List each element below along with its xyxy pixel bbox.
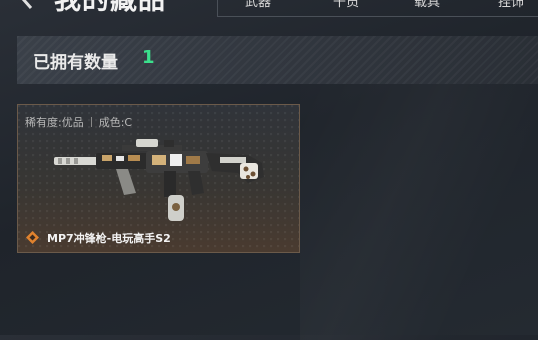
collection-item-card[interactable]: 稀有度:优品 成色:C MP7冲锋枪-电玩高手S2 bbox=[17, 104, 300, 253]
owned-label: 已拥有数量 bbox=[33, 53, 118, 73]
tab-charms[interactable]: 挂饰 bbox=[498, 0, 524, 10]
rarity-label: 稀有度:优品 bbox=[25, 116, 84, 129]
page-header: 我的藏品 武器 干员 载具 挂饰 bbox=[0, 0, 538, 18]
back-arrow-icon[interactable] bbox=[18, 0, 36, 12]
tab-weapons[interactable]: 武器 bbox=[245, 0, 271, 10]
item-meta: 稀有度:优品 成色:C bbox=[25, 114, 132, 130]
owned-count-bar: 已拥有数量 1 bbox=[17, 36, 538, 84]
tab-vehicles[interactable]: 载具 bbox=[414, 0, 440, 10]
item-name: MP7冲锋枪-电玩高手S2 bbox=[47, 232, 171, 245]
page-title: 我的藏品 bbox=[54, 0, 166, 16]
weapon-image bbox=[54, 139, 264, 221]
meta-divider bbox=[90, 117, 92, 127]
category-tabs: 武器 干员 载具 挂饰 bbox=[217, 0, 538, 17]
owned-count: 1 bbox=[142, 47, 155, 68]
tab-operators[interactable]: 干员 bbox=[333, 0, 359, 10]
background-texture bbox=[300, 60, 538, 340]
condition-label: 成色:C bbox=[98, 116, 133, 129]
rarity-diamond-icon bbox=[26, 231, 39, 244]
